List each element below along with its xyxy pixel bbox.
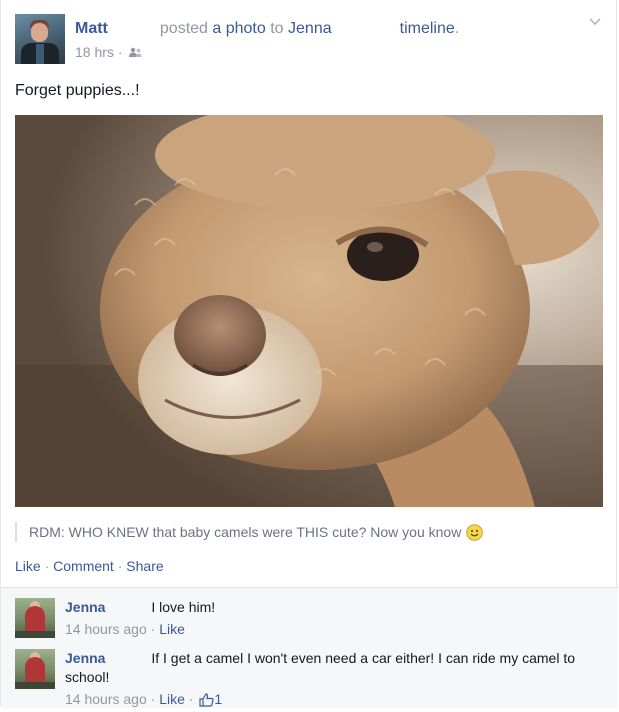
commenter-avatar[interactable] xyxy=(15,598,55,638)
target-name-link[interactable]: Jenna xyxy=(288,20,332,37)
comment-meta-separator: · xyxy=(188,691,194,707)
chevron-down-icon[interactable] xyxy=(587,14,603,30)
comment-button[interactable]: Comment xyxy=(53,558,114,574)
timestamp-link[interactable]: 18 hrs xyxy=(75,44,114,60)
verb-text: posted xyxy=(159,20,208,37)
author-name-link[interactable]: Matt xyxy=(75,20,108,37)
comment-text: I love him! xyxy=(151,599,216,615)
story-headline: Matt posted a photo to Jenna timeline. xyxy=(75,20,459,38)
comment-meta-separator: · xyxy=(150,691,156,707)
comment-like-count[interactable]: 1 xyxy=(214,691,222,707)
feed-story: Matt posted a photo to Jenna timeline. 18 … xyxy=(0,0,618,708)
comment-text: If I get a camel I won't even need a car… xyxy=(65,650,576,685)
comment-like-button[interactable]: Like xyxy=(159,621,185,637)
photo-caption: RDM: WHO KNEW that baby camels were THIS… xyxy=(15,522,484,542)
comment-meta-separator: · xyxy=(150,621,156,637)
like-button[interactable]: Like xyxy=(15,558,41,574)
photo-link[interactable]: a photo xyxy=(212,20,265,37)
smiley-icon xyxy=(466,524,484,546)
story-actions: Like · Comment · Share xyxy=(15,558,164,574)
thumbs-up-icon[interactable] xyxy=(199,693,214,712)
story-meta: 18 hrs · xyxy=(75,44,142,61)
author-avatar[interactable] xyxy=(15,14,65,64)
friends-icon[interactable] xyxy=(129,45,142,61)
to-text: to xyxy=(270,20,284,37)
comment-meta: 14 hours ago · Like · 1 xyxy=(65,690,595,712)
timeline-link[interactable]: timeline xyxy=(400,20,455,37)
commenter-avatar[interactable] xyxy=(15,649,55,689)
period-text: . xyxy=(454,20,460,37)
commenter-name-link[interactable]: Jenna xyxy=(65,599,105,615)
commenter-name-link[interactable]: Jenna xyxy=(65,650,105,666)
comment-like-button[interactable]: Like xyxy=(159,691,185,707)
comment-timestamp-link[interactable]: 14 hours ago xyxy=(65,691,147,707)
action-separator: · xyxy=(117,558,123,574)
action-separator: · xyxy=(44,558,50,574)
comments-section: Jenna I love him! 14 hours ago · Like Je… xyxy=(1,587,618,708)
comment-meta: 14 hours ago · Like xyxy=(65,620,595,639)
story-header: Matt posted a photo to Jenna timeline. 18 … xyxy=(15,14,602,66)
share-button[interactable]: Share xyxy=(126,558,163,574)
alpaca-photo xyxy=(15,115,603,507)
caption-text: RDM: WHO KNEW that baby camels were THIS… xyxy=(29,524,462,540)
post-photo[interactable] xyxy=(15,115,603,507)
post-message: Forget puppies...! xyxy=(15,82,140,99)
meta-separator: · xyxy=(117,44,123,60)
comment-timestamp-link[interactable]: 14 hours ago xyxy=(65,621,147,637)
